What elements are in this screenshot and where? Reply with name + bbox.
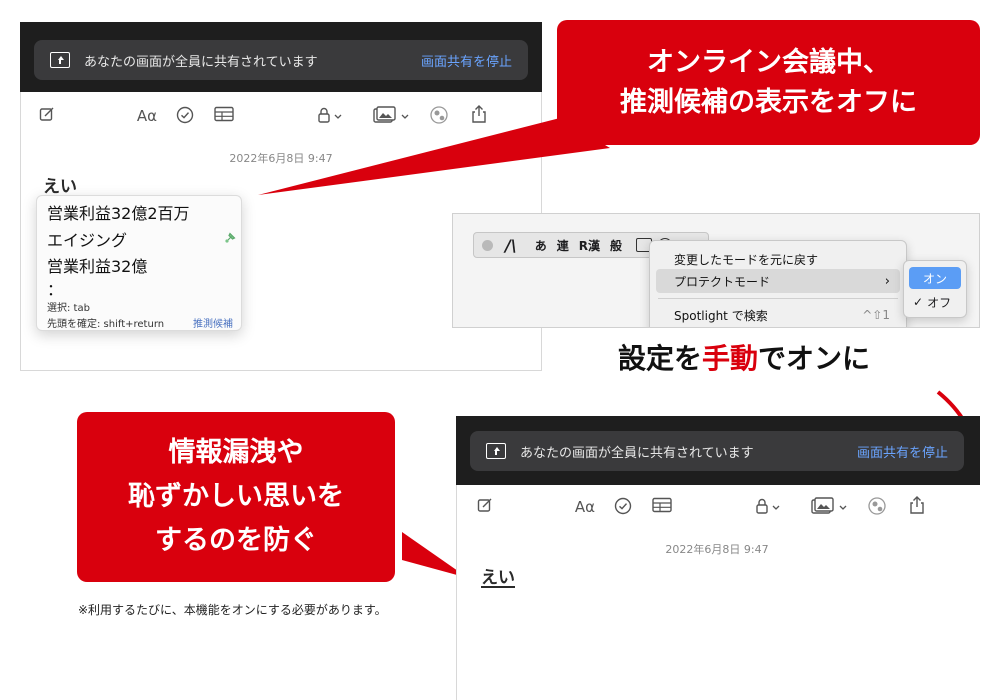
compose-icon[interactable]	[37, 106, 57, 127]
callout-bottom-line2: 恥ずかしい思いを	[128, 481, 344, 512]
screen-share-icon	[50, 52, 70, 68]
bottom-share-frame: あなたの画面が全員に共有されています 画面共有を停止	[456, 416, 980, 485]
callout-top-line2: 推測候補の表示をオフに	[620, 86, 917, 118]
callout-bottom-line1: 情報漏洩や	[168, 437, 304, 468]
top-share-frame: あなたの画面が全員に共有されています 画面共有を停止	[20, 22, 542, 92]
callout-bottom-line3: するのを防ぐ	[155, 525, 317, 556]
typed-word[interactable]: えい	[43, 172, 77, 197]
menu-undo-mode[interactable]: 変更したモードを元に戻す	[656, 247, 900, 271]
submenu-on[interactable]: オン	[909, 267, 961, 289]
manual-suffix: でオンに	[758, 342, 871, 375]
lock-icon[interactable]	[315, 106, 347, 129]
bottom-notes-window: Aα 2022年6月8日 9:47 えい	[456, 485, 980, 700]
chevron-right-icon: ›	[884, 273, 890, 289]
menu-divider	[658, 298, 898, 299]
note-date-bottom: 2022年6月8日 9:47	[665, 543, 769, 556]
note-date: 2022年6月8日 9:47	[229, 152, 333, 165]
ime-logo-icon: /\	[505, 235, 517, 255]
submenu-on-label: オン	[922, 271, 947, 286]
callout-top-line1: オンライン会議中、	[647, 46, 890, 78]
collaborate-icon-bottom[interactable]	[866, 497, 888, 520]
stop-share-button-bottom[interactable]: 画面共有を停止	[857, 442, 948, 461]
screen-share-icon-bottom	[486, 443, 506, 459]
select-hint: 選択: tab	[47, 303, 90, 314]
ime-mode-renbun[interactable]: 連	[557, 237, 569, 254]
candidate-1[interactable]: 営業利益32億2百万	[47, 200, 190, 224]
menu-spotlight-label: Spotlight で検索	[674, 308, 768, 323]
candidate-4[interactable]: ：	[47, 276, 63, 300]
prediction-candidates-popup: 営業利益32億2百万 エイジング 営業利益32億 ： 選択: tab 先頭を確定…	[36, 195, 242, 331]
predict-label: 推測候補	[193, 319, 233, 330]
manual-prefix: 設定を	[618, 342, 703, 375]
share-icon[interactable]	[469, 104, 489, 129]
submenu-off[interactable]: ✓ オフ	[909, 291, 961, 313]
menu-undo-mode-label: 変更したモードを元に戻す	[674, 252, 819, 267]
manual-emphasis: 手動	[702, 342, 759, 375]
checklist-icon-bottom[interactable]	[613, 497, 633, 520]
ime-mode-general[interactable]: 般	[610, 237, 622, 254]
callout-prevent-leaks: 情報漏洩や 恥ずかしい思いを するのを防ぐ	[77, 412, 395, 582]
typed-word-bottom[interactable]: えい	[481, 563, 515, 588]
table-icon[interactable]	[213, 106, 235, 127]
pin-icon	[223, 230, 237, 249]
share-icon-bottom[interactable]	[907, 495, 927, 520]
share-banner-bottom: あなたの画面が全員に共有されています 画面共有を停止	[470, 431, 964, 471]
ime-context-menu: 変更したモードを元に戻す プロテクトモード › Spotlight で検索 ^⇧…	[649, 240, 907, 327]
menu-protect-mode-label: プロテクトモード	[674, 274, 771, 289]
table-icon-bottom[interactable]	[651, 497, 673, 518]
menu-spotlight-shortcut: ^⇧1	[862, 308, 890, 322]
share-message-bottom: あなたの画面が全員に共有されています	[520, 445, 754, 461]
ime-mode-hiragana[interactable]: あ	[535, 237, 547, 254]
media-icon[interactable]	[371, 106, 415, 129]
lock-icon-bottom[interactable]	[753, 497, 785, 520]
footnote: ※利用するたびに、本機能をオンにする必要があります。	[78, 603, 387, 617]
checkmark-icon: ✓	[913, 295, 924, 309]
font-format-button[interactable]: Aα	[133, 106, 161, 126]
ime-menu-screenshot: /\ あ 連 R漢 般 変更したモードを元に戻す プロテクトモード › Spot…	[452, 213, 980, 328]
checklist-icon[interactable]	[175, 106, 195, 129]
share-message: あなたの画面が全員に共有されています	[84, 54, 318, 70]
confirm-hint: 先頭を確定: shift+return	[47, 319, 165, 330]
ime-mode-rkanji[interactable]: R漢	[579, 237, 600, 254]
submenu-off-label: オフ	[927, 295, 952, 310]
media-icon-bottom[interactable]	[809, 497, 853, 520]
menu-protect-mode[interactable]: プロテクトモード ›	[656, 269, 900, 293]
menu-spotlight[interactable]: Spotlight で検索 ^⇧1	[656, 303, 900, 327]
collaborate-icon[interactable]	[428, 106, 450, 129]
manual-setting-label: 設定を手動でオンに	[618, 337, 870, 377]
share-banner: あなたの画面が全員に共有されています 画面共有を停止	[34, 40, 528, 80]
candidate-2[interactable]: エイジング	[47, 227, 127, 251]
candidate-3[interactable]: 営業利益32億	[47, 253, 147, 277]
ime-close-dot[interactable]	[482, 239, 493, 251]
compose-icon-bottom[interactable]	[475, 497, 495, 518]
stop-share-button[interactable]: 画面共有を停止	[421, 51, 512, 70]
protect-mode-submenu: オン ✓ オフ	[903, 260, 967, 318]
font-format-button-bottom[interactable]: Aα	[571, 497, 599, 517]
callout-turn-off-predictions: オンライン会議中、 推測候補の表示をオフに	[557, 20, 980, 145]
